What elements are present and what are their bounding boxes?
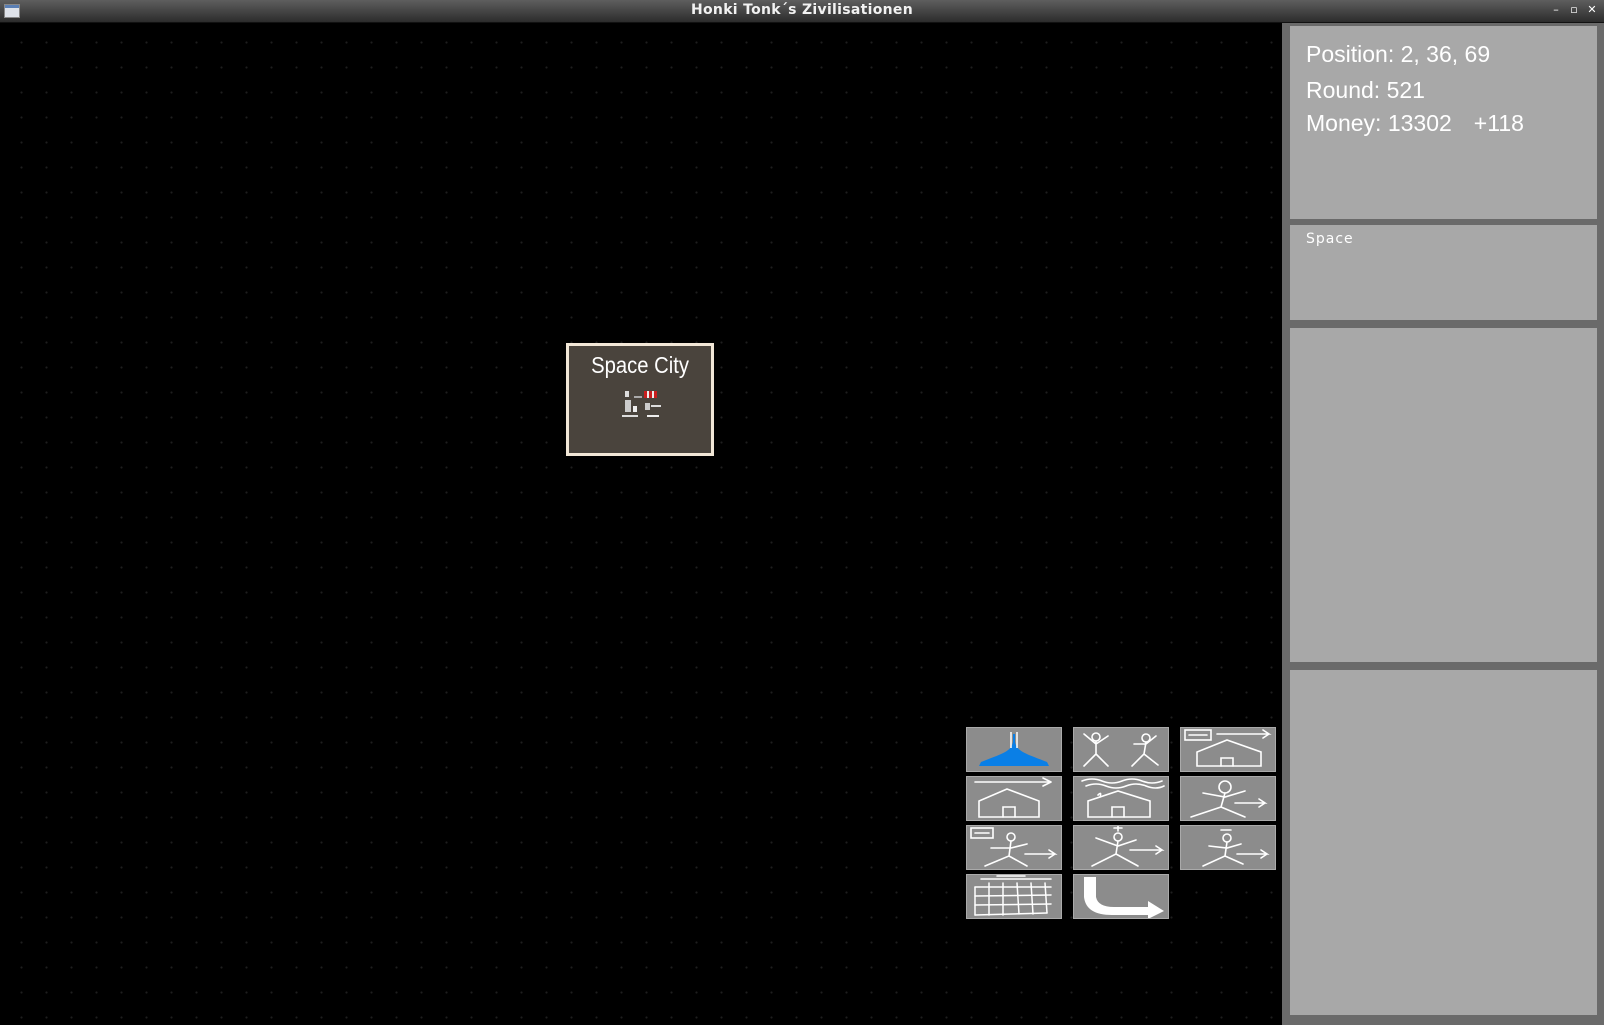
- position-value: 2, 36, 69: [1400, 41, 1491, 67]
- end-turn-button[interactable]: [1073, 874, 1169, 919]
- message-house-button[interactable]: [1180, 727, 1276, 772]
- details-panel: [1290, 328, 1597, 662]
- message-person-arrow-button[interactable]: [966, 825, 1062, 870]
- house-arrow-icon: [974, 777, 1052, 818]
- position-readout: Position: 2, 36, 69: [1306, 41, 1490, 68]
- water-drop-icon: [979, 732, 1049, 766]
- city-tile[interactable]: Space City: [566, 343, 714, 456]
- position-label: Position:: [1306, 41, 1395, 67]
- maximize-button[interactable]: ▫: [1568, 3, 1580, 17]
- person-small-arrow-button[interactable]: [1180, 825, 1276, 870]
- person-arrow-button[interactable]: [1180, 776, 1276, 821]
- money-readout: Money: 13302 +118: [1306, 110, 1524, 137]
- terrain-panel: Space: [1290, 225, 1597, 320]
- message-house-icon: [1184, 729, 1272, 767]
- person-crossed-arrow-button[interactable]: [1073, 825, 1169, 870]
- grid-field-button[interactable]: [966, 874, 1062, 919]
- status-panel: Position: 2, 36, 69 Round: 521 Money: 13…: [1290, 26, 1597, 219]
- two-people-icon: [1083, 732, 1159, 767]
- water-drop-button[interactable]: [966, 727, 1062, 772]
- message-person-arrow-icon: [970, 827, 1058, 867]
- minimize-button[interactable]: –: [1550, 3, 1562, 17]
- house-waves-button[interactable]: [1073, 776, 1169, 821]
- city-name: Space City: [591, 352, 689, 378]
- close-button[interactable]: ✕: [1586, 3, 1598, 17]
- money-label: Money:: [1306, 110, 1382, 136]
- terrain-name: Space: [1306, 231, 1354, 247]
- person-crossed-arrow-icon: [1091, 826, 1165, 867]
- money-value: 13302: [1387, 110, 1452, 136]
- grid-field-icon: [974, 875, 1052, 916]
- money-income: +118: [1473, 110, 1524, 136]
- curved-arrow-icon: [1084, 877, 1164, 918]
- house-waves-icon: [1081, 778, 1165, 818]
- side-panel: Position: 2, 36, 69 Round: 521 Money: 13…: [1282, 23, 1604, 1025]
- space-city-icon: [622, 391, 661, 417]
- window-controls: – ▫ ✕: [1550, 3, 1598, 17]
- action-buttons: [966, 727, 1276, 919]
- extra-panel: [1290, 670, 1597, 1015]
- round-readout: Round: 521: [1306, 77, 1425, 104]
- person-small-arrow-icon: [1202, 829, 1270, 867]
- window-title: Honki Tonk´s Zivilisationen: [691, 2, 913, 18]
- two-people-button[interactable]: [1073, 727, 1169, 772]
- house-arrow-button[interactable]: [966, 776, 1062, 821]
- round-label: Round:: [1306, 77, 1381, 103]
- round-value: 521: [1386, 77, 1425, 103]
- title-bar: Honki Tonk´s Zivilisationen – ▫ ✕: [0, 0, 1604, 23]
- person-arrow-icon: [1190, 780, 1268, 818]
